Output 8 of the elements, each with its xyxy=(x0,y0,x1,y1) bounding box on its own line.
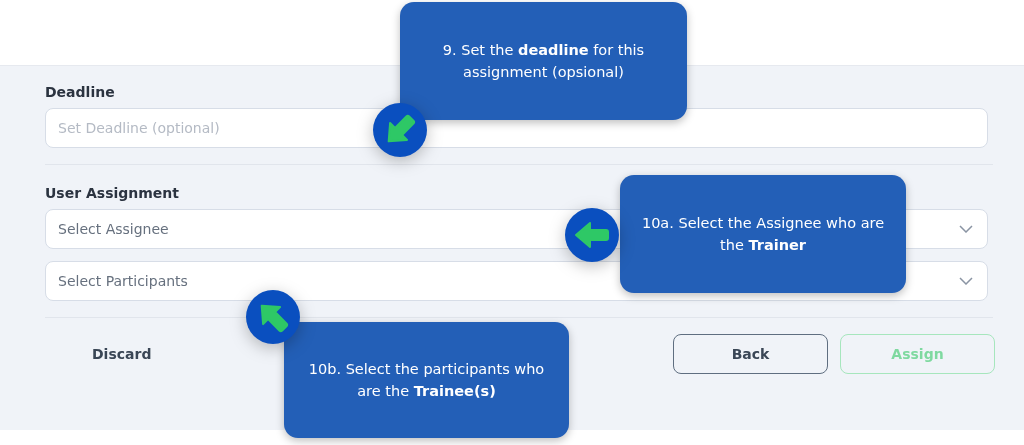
field-label: Deadline xyxy=(45,84,116,100)
discard-link[interactable]: Discard xyxy=(76,334,168,374)
chevron-down-icon xyxy=(959,225,973,233)
callout-text: 10b. Select the participants who are the Trainee(s) xyxy=(307,360,546,401)
chevron-down-icon xyxy=(959,277,973,285)
back-button[interactable]: Back xyxy=(673,334,828,374)
section-label: User Assignment xyxy=(45,185,180,201)
callout-text: 9. Set the deadline for this assignment (opsional) xyxy=(441,41,646,82)
